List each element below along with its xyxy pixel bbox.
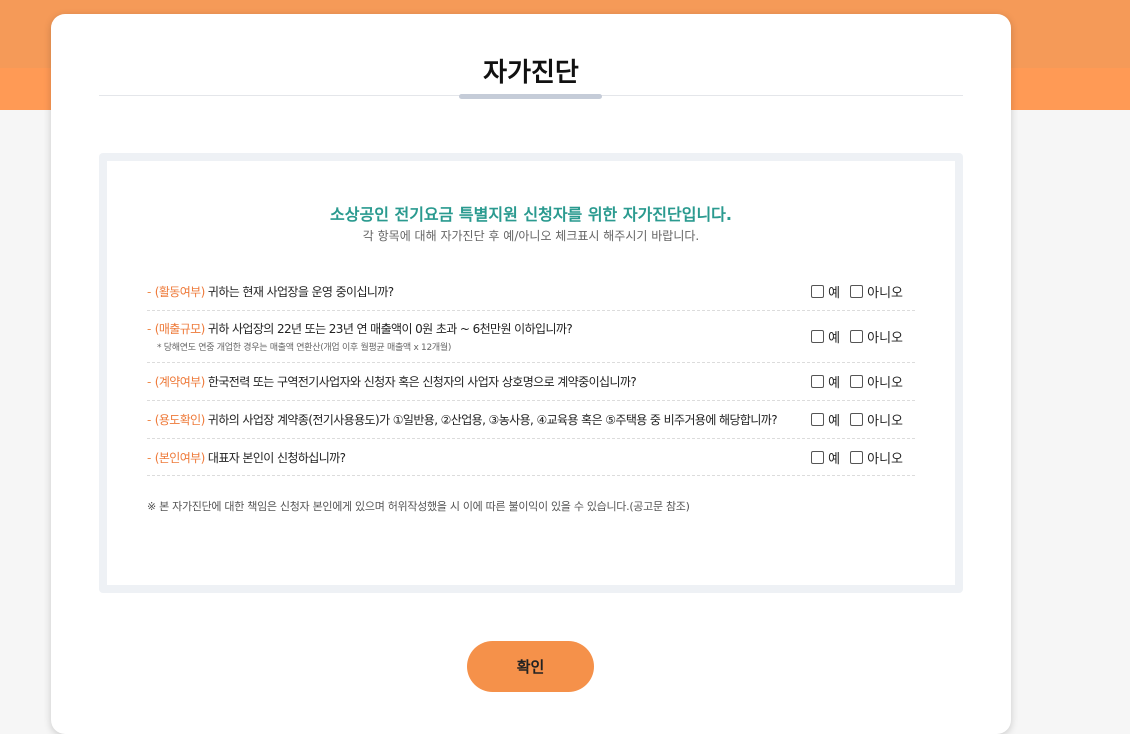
no-option[interactable]: 아니오 xyxy=(850,327,903,346)
question-text: 대표자 본인이 신청하십니까? xyxy=(204,450,346,465)
yes-option[interactable]: 예 xyxy=(811,327,840,346)
no-checkbox[interactable] xyxy=(850,413,864,426)
question-text-block: - (계약여부) 한국전력 또는 구역전기사업자와 신청자 혹은 신청자의 사업자… xyxy=(147,373,637,390)
question-tag: (용도확인) xyxy=(154,413,206,427)
diagnosis-headline: 소상공인 전기요금 특별지원 신청자를 위한 자가진단입니다. xyxy=(330,205,732,224)
yes-label: 예 xyxy=(828,414,841,429)
answer-options: 예 아니오 xyxy=(801,327,903,346)
diagnosis-panel-inner: 소상공인 전기요금 특별지원 신청자를 위한 자가진단입니다. 각 항목에 대해… xyxy=(107,161,955,585)
answer-options: 예 아니오 xyxy=(801,410,903,429)
no-checkbox[interactable] xyxy=(850,450,864,464)
question-text: 귀하는 현재 사업장을 운영 중이십니까? xyxy=(204,285,394,299)
yes-option[interactable]: 예 xyxy=(811,372,840,391)
yes-checkbox[interactable] xyxy=(811,285,825,298)
no-checkbox[interactable] xyxy=(850,285,864,298)
no-label: 아니오 xyxy=(867,286,903,301)
question-text-block: - (매출규모) 귀하 사업장의 22년 또는 23년 연 매출액이 0원 초과 … xyxy=(147,320,573,353)
question-text: 한국전력 또는 구역전기사업자와 신청자 혹은 신청자의 사업자 상호명으로 계… xyxy=(204,375,637,389)
answer-options: 예 아니오 xyxy=(801,282,903,301)
no-option[interactable]: 아니오 xyxy=(850,448,903,467)
question-line: - (매출규모) 귀하 사업장의 22년 또는 23년 연 매출액이 0원 초과 … xyxy=(147,320,573,337)
answer-options: 예 아니오 xyxy=(801,448,903,467)
no-checkbox[interactable] xyxy=(850,330,864,343)
modal-title: 자가진단 xyxy=(483,58,579,88)
bullet-dash: - xyxy=(147,322,151,336)
question-row-sales: - (매출규모) 귀하 사업장의 22년 또는 23년 연 매출액이 0원 초과 … xyxy=(147,311,915,363)
no-option[interactable]: 아니오 xyxy=(850,282,903,301)
question-text-block: - (용도확인) 귀하의 사업장 계약종(전기사용용도)가 ①일반용, ②산업용,… xyxy=(147,411,778,428)
yes-checkbox[interactable] xyxy=(811,450,825,464)
no-checkbox[interactable] xyxy=(850,375,864,388)
question-text: 귀하 사업장의 22년 또는 23년 연 매출액이 0원 초과 ~ 6천만원 이… xyxy=(204,322,573,336)
no-label: 아니오 xyxy=(867,376,903,391)
diagnosis-panel: 소상공인 전기요금 특별지원 신청자를 위한 자가진단입니다. 각 항목에 대해… xyxy=(99,153,963,593)
self-diagnosis-modal: 자가진단 소상공인 전기요금 특별지원 신청자를 위한 자가진단입니다. 각 항… xyxy=(51,14,1011,734)
no-label: 아니오 xyxy=(867,451,903,467)
yes-checkbox[interactable] xyxy=(811,413,825,426)
question-line: - (용도확인) 귀하의 사업장 계약종(전기사용용도)가 ①일반용, ②산업용,… xyxy=(147,411,778,428)
question-line: - (본인여부) 대표자 본인이 신청하십니까? xyxy=(147,449,346,466)
question-note: * 당해연도 연중 개업한 경우는 매출액 연환산(개업 이후 월평균 매출액 … xyxy=(157,343,452,353)
yes-option[interactable]: 예 xyxy=(811,282,840,301)
diagnosis-instructions: 각 항목에 대해 자가진단 후 예/아니오 체크표시 해주시기 바랍니다. xyxy=(362,229,700,243)
question-row-contract: - (계약여부) 한국전력 또는 구역전기사업자와 신청자 혹은 신청자의 사업자… xyxy=(147,363,915,401)
yes-option[interactable]: 예 xyxy=(811,410,840,429)
question-text-block: - (활동여부) 귀하는 현재 사업장을 운영 중이십니까? xyxy=(147,283,394,300)
question-line: - (활동여부) 귀하는 현재 사업장을 운영 중이십니까? xyxy=(147,283,394,300)
question-tag: (계약여부) xyxy=(154,375,206,389)
confirm-button[interactable]: 확인 xyxy=(467,641,594,692)
no-label: 아니오 xyxy=(867,414,903,429)
yes-label: 예 xyxy=(828,451,841,467)
bullet-dash: - xyxy=(147,450,151,465)
yes-checkbox[interactable] xyxy=(811,330,825,343)
yes-label: 예 xyxy=(828,331,841,346)
no-label: 아니오 xyxy=(867,331,903,346)
yes-label: 예 xyxy=(828,376,841,391)
question-text-block: - (본인여부) 대표자 본인이 신청하십니까? xyxy=(147,449,346,466)
question-line: - (계약여부) 한국전력 또는 구역전기사업자와 신청자 혹은 신청자의 사업자… xyxy=(147,373,637,390)
bullet-dash: - xyxy=(147,285,151,299)
bullet-dash: - xyxy=(147,413,151,427)
no-option[interactable]: 아니오 xyxy=(850,372,903,391)
question-text: 귀하의 사업장 계약종(전기사용용도)가 ①일반용, ②산업용, ③농사용, ④… xyxy=(204,413,778,427)
question-row-usage: - (용도확인) 귀하의 사업장 계약종(전기사용용도)가 ①일반용, ②산업용,… xyxy=(147,401,915,439)
question-tag: (활동여부) xyxy=(154,285,206,299)
title-underline-bar xyxy=(459,94,602,99)
question-row-activity: - (활동여부) 귀하는 현재 사업장을 운영 중이십니까? 예 아니오 xyxy=(147,273,915,311)
question-tag: (매출규모) xyxy=(154,322,206,336)
question-row-identity: - (본인여부) 대표자 본인이 신청하십니까? 예 아니오 xyxy=(147,439,915,476)
bullet-dash: - xyxy=(147,375,151,389)
question-tag: (본인여부) xyxy=(154,450,206,465)
no-option[interactable]: 아니오 xyxy=(850,410,903,429)
yes-label: 예 xyxy=(828,286,841,301)
answer-options: 예 아니오 xyxy=(801,372,903,391)
yes-option[interactable]: 예 xyxy=(811,448,840,467)
yes-checkbox[interactable] xyxy=(811,375,825,388)
question-list: - (활동여부) 귀하는 현재 사업장을 운영 중이십니까? 예 아니오 - (매출… xyxy=(147,273,915,476)
responsibility-footnote: ※ 본 자가진단에 대한 책임은 신청자 본인에게 있으며 허위작성했을 시 이… xyxy=(147,500,690,513)
